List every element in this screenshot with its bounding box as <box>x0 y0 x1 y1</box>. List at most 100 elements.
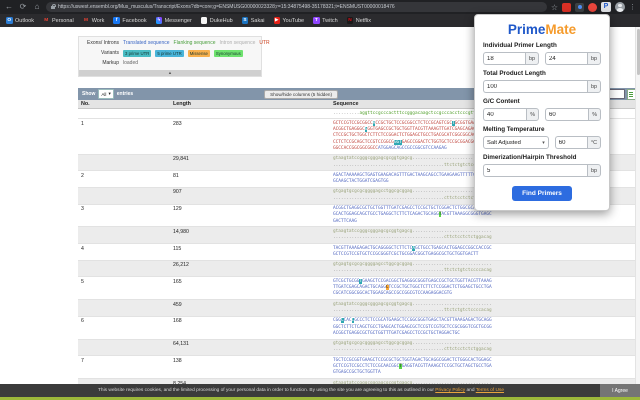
cell-sequence: gtaagtatccgggcgggagcgcggtgagcg..........… <box>333 301 492 313</box>
cell-length: 14,980 <box>173 228 189 235</box>
table-row-exon-6: 6 168 CGGCCACCGCCCTCTCCGCATGAAGCTCCGGCGGGT… <box>78 317 640 340</box>
legend-item-translated-sequence[interactable]: Translated sequence <box>123 40 170 46</box>
bookmark-twitch[interactable]: T Twitch <box>313 17 338 24</box>
value-input[interactable] <box>483 164 587 177</box>
field-label: G/C Content <box>483 98 520 105</box>
chevron-down-icon: ▾ <box>108 91 111 96</box>
bookmark-netflix[interactable]: N Netflix <box>346 17 371 24</box>
browser-menu-icon[interactable]: ⋮ <box>629 3 636 11</box>
cell-length <box>170 111 330 117</box>
primemate-fields: Individual Primer Lengthbpbp Total Produc… <box>483 42 601 177</box>
home-icon[interactable]: ⌂ <box>32 0 42 14</box>
value-input[interactable] <box>483 108 527 121</box>
bookmark-work[interactable]: M Work <box>83 17 105 24</box>
sakai-favicon: S <box>241 17 249 24</box>
legend-item-utr[interactable]: UTR <box>259 40 269 46</box>
cell-sequence: GTCGCTGCGGTGAAGCTCCGACGGCTGAGGGCGGGTGAGC… <box>333 278 492 297</box>
cell-no <box>78 262 170 275</box>
cell-length: 29,841 <box>173 156 189 163</box>
messenger-favicon: ϟ <box>155 17 163 24</box>
value-input[interactable] <box>554 136 587 149</box>
legend-item-flanking-sequence[interactable]: Flanking sequence <box>174 40 216 46</box>
primemate-extension-icon[interactable]: P <box>601 2 611 12</box>
bookmark-messenger[interactable]: ϟ Messenger <box>155 17 192 24</box>
bookmark-dukehub[interactable]: DukeHub <box>200 17 233 24</box>
cell-no: 2 <box>81 172 84 179</box>
facebook-favicon: f <box>113 17 120 24</box>
value-input[interactable] <box>545 52 587 65</box>
collapse-panel-bar[interactable]: ▲ <box>79 69 261 76</box>
show-hide-columns-button[interactable]: Show/hide columns (5 hidden) <box>264 89 338 99</box>
terms-of-use-link[interactable]: Terms of Use <box>476 388 504 393</box>
address-bar[interactable]: https://uswest.ensembl.org/Mus_musculus/… <box>46 2 547 12</box>
entries-label: entries <box>116 91 134 97</box>
privacy-policy-link[interactable]: Privacy Policy <box>435 388 465 393</box>
url-text[interactable]: https://uswest.ensembl.org/Mus_musculus/… <box>58 4 395 10</box>
variant-badge-5-prime-utr[interactable]: 5 prime UTR <box>155 49 184 57</box>
cell-no: 5 <box>81 278 84 285</box>
legend-markup-label: Markup <box>102 60 119 66</box>
cell-sequence: TGCTCCGCGGTGAAGCTCCGCGCTGCTGGTAGACTGCAGG… <box>333 357 492 376</box>
cell-sequence: gtaagtatccgggcgggagcgcggtgagcg..........… <box>333 228 492 241</box>
cell-length: 115 <box>173 245 182 252</box>
cell-length: 138 <box>173 357 182 364</box>
col-header-no[interactable]: No. <box>78 101 170 107</box>
bookmark-sakai[interactable]: S Sakai <box>241 17 265 24</box>
legend-seq-label: Exons/ Introns <box>87 40 119 46</box>
show-label: Show <box>82 91 96 97</box>
value-input[interactable] <box>483 80 587 93</box>
cell-no: 3 <box>81 206 84 213</box>
cell-sequence: CGGCCACCGCCCTCTCCGCATGAAGCTCCGGCGGGTGAGC… <box>333 318 492 336</box>
page-scrollbar[interactable] <box>635 27 640 384</box>
extension-icon-2[interactable] <box>575 2 584 12</box>
unit-addon: % <box>526 108 539 121</box>
col-header-length[interactable]: Length <box>170 101 330 107</box>
browser-actions: ☆ P ⋮ <box>551 2 636 12</box>
bookmark-youtube[interactable]: ▶ YouTube <box>273 17 304 24</box>
value-input[interactable] <box>545 108 589 121</box>
bookmark-label: Outlook <box>15 17 34 24</box>
bookmark-star-icon[interactable]: ☆ <box>551 3 558 12</box>
melting-formula-select[interactable]: Salt Adjusted ▾ <box>483 136 549 149</box>
profile-avatar[interactable] <box>615 2 625 12</box>
table-row-exon-4: 4 115 TACGTTAAAGAGACTGCAGGGGCTCTTCTCAGCTGC… <box>78 244 640 261</box>
back-icon[interactable]: ← <box>4 0 14 14</box>
bookmark-label: DukeHub <box>209 17 233 24</box>
entries-select[interactable]: All ▾ <box>98 89 114 99</box>
entries-select-value: All <box>101 91 107 97</box>
screen: ← ⟳ ⌂ https://uswest.ensembl.org/Mus_mus… <box>0 0 640 400</box>
legend-item-intron-sequence[interactable]: Intron sequence <box>220 40 256 46</box>
variant-badge-synonymous[interactable]: Synonymous <box>213 49 243 57</box>
bookmark-personal[interactable]: M Personal <box>43 17 73 24</box>
i-agree-button[interactable]: I Agree <box>600 384 640 397</box>
bookmark-outlook[interactable]: O Outlook <box>6 17 34 24</box>
extension-icon-3[interactable] <box>588 2 597 12</box>
find-primers-button[interactable]: Find Primers <box>512 186 572 201</box>
title-mate: Mate <box>545 22 577 37</box>
select-value: Salt Adjusted <box>487 139 521 146</box>
lock-icon <box>51 3 56 9</box>
cell-length: 907 <box>173 189 182 196</box>
input-group: bp <box>545 52 601 65</box>
extension-icon-1[interactable] <box>562 2 571 12</box>
field-individual-primer-length: Individual Primer Length bp bp <box>483 42 601 65</box>
table-row-intron-10: 459 gtaagtatccgggcgggagcgcggtgagcg.......… <box>78 300 640 317</box>
variant-badge-3-prime-utr[interactable]: 3 prime UTR <box>123 49 152 57</box>
bookmark-label: Work <box>91 17 105 24</box>
table-row-exon-5: 5 165 GTCGCTGCGGTGAAGCTCCGACGGCTGAGGGCGGGT… <box>78 277 640 301</box>
bookmark-label: Messenger <box>164 17 192 24</box>
cell-length: 26,212 <box>173 262 189 269</box>
refresh-icon[interactable]: ⟳ <box>18 0 28 14</box>
bookmark-facebook[interactable]: f Facebook <box>113 17 147 24</box>
input-group: bp <box>483 52 539 65</box>
cell-sequence: gtgagtgcgcgcggggagcctggcgcggag..........… <box>333 262 492 274</box>
field-total-product-length: Total Product Length bp <box>483 70 601 93</box>
title-prime: Prime <box>507 22 546 37</box>
value-input[interactable] <box>483 52 525 65</box>
unit-addon: °C <box>586 136 601 149</box>
collapse-up-icon: ▲ <box>168 69 172 75</box>
variant-badge-missense[interactable]: Missense <box>187 49 210 57</box>
primemate-popup: PrimeMate Individual Primer Lengthbpbp To… <box>474 14 610 211</box>
cell-no <box>78 341 170 354</box>
gmail-favicon: M <box>83 18 88 23</box>
